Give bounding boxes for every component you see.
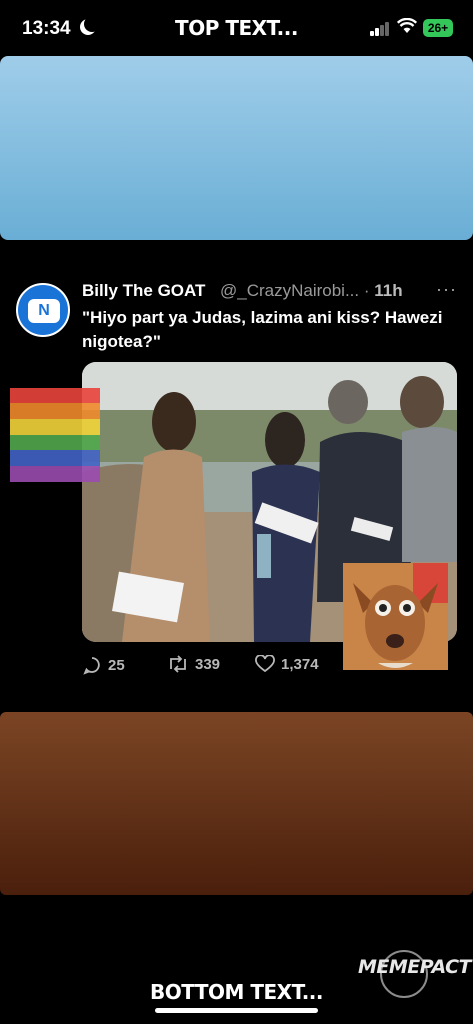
cellular-signal-icon [370,22,390,36]
display-name[interactable]: Billy The GOAT [82,281,205,301]
bottom-color-panel [0,712,473,895]
home-indicator[interactable] [155,1008,318,1013]
battery-indicator: 26+ [423,19,453,37]
status-bar: 13:34 TOP TEXT... 26+ [0,0,473,56]
like-button[interactable]: 1,374 [255,655,319,673]
avatar[interactable]: N [16,283,70,337]
tweet-age: 11h [374,281,403,300]
top-color-panel [0,56,473,240]
dog-reaction-image [343,563,448,670]
reply-icon [83,657,100,675]
bottom-caption: BOTTOM TEXT... [150,980,323,1004]
like-count: 1,374 [281,655,319,673]
avatar-logo-icon: N [28,299,60,323]
more-options-icon[interactable]: ··· [436,279,457,300]
tweet-text: "Hiyo part ya Judas, lazima ani kiss? Ha… [82,308,443,351]
retweet-count: 339 [195,655,221,673]
handle-row: @_CrazyNairobi... · 11h [220,281,403,300]
heart-icon [255,655,275,673]
wifi-icon [397,18,417,33]
reply-button[interactable]: 25 [82,655,125,675]
user-handle[interactable]: @_CrazyNairobi... [220,281,359,300]
watermark-logo: MEMEPACT [358,956,471,978]
retweet-icon [170,655,186,673]
retweet-button[interactable]: 339 [167,655,220,673]
rainbow-flag-sticker [10,388,100,482]
reply-count: 25 [108,656,125,674]
